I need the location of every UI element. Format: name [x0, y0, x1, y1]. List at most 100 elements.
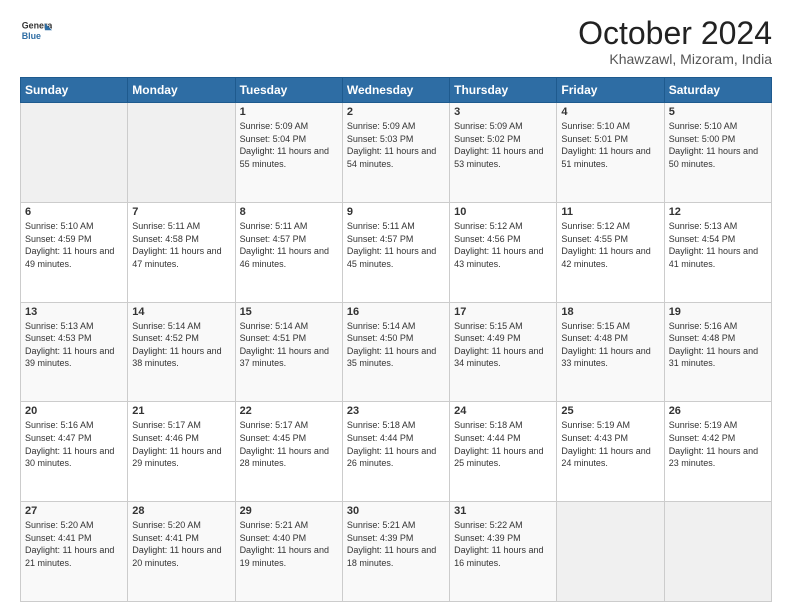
day-number: 31 — [454, 505, 552, 517]
calendar-cell: 21 Sunrise: 5:17 AM Sunset: 4:46 PM Dayli… — [128, 402, 235, 502]
day-number: 26 — [669, 405, 767, 417]
main-title: October 2024 — [578, 16, 772, 51]
day-number: 4 — [561, 106, 659, 118]
calendar-cell: 16 Sunrise: 5:14 AM Sunset: 4:50 PM Dayli… — [342, 302, 449, 402]
calendar-cell: 22Sunrise: 5:17 AM Sunset: 4:45 PM Dayli… — [235, 402, 342, 502]
day-number: 18 — [561, 306, 659, 318]
calendar-cell: 15 Sunrise: 5:14 AM Sunset: 4:51 PM Dayli… — [235, 302, 342, 402]
day-number: 10 — [454, 206, 552, 218]
day-number: 8 — [240, 206, 338, 218]
logo-icon: General Blue — [20, 16, 52, 48]
calendar-cell: 29 Sunrise: 5:21 AM Sunset: 4:40 PM Dayli… — [235, 502, 342, 602]
calendar-cell — [21, 103, 128, 203]
day-number: 30 — [347, 505, 445, 517]
cell-content: Sunrise: 5:18 AM Sunset: 4:44 PM Dayligh… — [454, 419, 552, 469]
cell-content: Sunrise: 5:09 AM Sunset: 5:02 PM Dayligh… — [454, 120, 552, 170]
calendar-cell: 1 Sunrise: 5:09 AM Sunset: 5:04 PM Daylig… — [235, 103, 342, 203]
days-of-week-row: SundayMondayTuesdayWednesdayThursdayFrid… — [21, 78, 772, 103]
cell-content: Sunrise: 5:21 AM Sunset: 4:40 PM Dayligh… — [240, 519, 338, 569]
header: General Blue October 2024 Khawzawl, Mizo… — [20, 16, 772, 67]
day-number: 6 — [25, 206, 123, 218]
cell-content: Sunrise: 5:21 AM Sunset: 4:39 PM Dayligh… — [347, 519, 445, 569]
calendar-cell: 24Sunrise: 5:18 AM Sunset: 4:44 PM Dayli… — [450, 402, 557, 502]
day-header-thursday: Thursday — [450, 78, 557, 103]
cell-content: Sunrise: 5:17 AM Sunset: 4:45 PM Dayligh… — [240, 419, 338, 469]
week-row-2: 6 Sunrise: 5:10 AM Sunset: 4:59 PM Daylig… — [21, 202, 772, 302]
day-number: 12 — [669, 206, 767, 218]
cell-content: Sunrise: 5:17 AM Sunset: 4:46 PM Dayligh… — [132, 419, 230, 469]
day-number: 9 — [347, 206, 445, 218]
day-header-sunday: Sunday — [21, 78, 128, 103]
calendar-cell: 10Sunrise: 5:12 AM Sunset: 4:56 PM Dayli… — [450, 202, 557, 302]
calendar-cell: 26Sunrise: 5:19 AM Sunset: 4:42 PM Dayli… — [664, 402, 771, 502]
calendar-cell: 31Sunrise: 5:22 AM Sunset: 4:39 PM Dayli… — [450, 502, 557, 602]
calendar-cell: 4 Sunrise: 5:10 AM Sunset: 5:01 PM Daylig… — [557, 103, 664, 203]
page: General Blue October 2024 Khawzawl, Mizo… — [0, 0, 792, 612]
calendar-cell: 18 Sunrise: 5:15 AM Sunset: 4:48 PM Dayli… — [557, 302, 664, 402]
calendar-cell: 12 Sunrise: 5:13 AM Sunset: 4:54 PM Dayli… — [664, 202, 771, 302]
day-number: 21 — [132, 405, 230, 417]
calendar-cell: 13 Sunrise: 5:13 AM Sunset: 4:53 PM Dayli… — [21, 302, 128, 402]
cell-content: Sunrise: 5:11 AM Sunset: 4:58 PM Dayligh… — [132, 220, 230, 270]
week-row-4: 20 Sunrise: 5:16 AM Sunset: 4:47 PM Dayli… — [21, 402, 772, 502]
cell-content: Sunrise: 5:20 AM Sunset: 4:41 PM Dayligh… — [25, 519, 123, 569]
day-number: 15 — [240, 306, 338, 318]
day-number: 27 — [25, 505, 123, 517]
cell-content: Sunrise: 5:18 AM Sunset: 4:44 PM Dayligh… — [347, 419, 445, 469]
day-number: 29 — [240, 505, 338, 517]
day-number: 19 — [669, 306, 767, 318]
day-number: 13 — [25, 306, 123, 318]
calendar-cell — [128, 103, 235, 203]
cell-content: Sunrise: 5:19 AM Sunset: 4:43 PM Dayligh… — [561, 419, 659, 469]
cell-content: Sunrise: 5:10 AM Sunset: 5:01 PM Dayligh… — [561, 120, 659, 170]
cell-content: Sunrise: 5:14 AM Sunset: 4:50 PM Dayligh… — [347, 320, 445, 370]
cell-content: Sunrise: 5:15 AM Sunset: 4:48 PM Dayligh… — [561, 320, 659, 370]
calendar-cell: 7 Sunrise: 5:11 AM Sunset: 4:58 PM Daylig… — [128, 202, 235, 302]
day-header-wednesday: Wednesday — [342, 78, 449, 103]
cell-content: Sunrise: 5:13 AM Sunset: 4:53 PM Dayligh… — [25, 320, 123, 370]
cell-content: Sunrise: 5:10 AM Sunset: 5:00 PM Dayligh… — [669, 120, 767, 170]
calendar-cell: 28Sunrise: 5:20 AM Sunset: 4:41 PM Dayli… — [128, 502, 235, 602]
cell-content: Sunrise: 5:20 AM Sunset: 4:41 PM Dayligh… — [132, 519, 230, 569]
calendar-cell: 9 Sunrise: 5:11 AM Sunset: 4:57 PM Daylig… — [342, 202, 449, 302]
calendar-cell: 23 Sunrise: 5:18 AM Sunset: 4:44 PM Dayli… — [342, 402, 449, 502]
day-number: 20 — [25, 405, 123, 417]
calendar-cell: 2Sunrise: 5:09 AM Sunset: 5:03 PM Daylig… — [342, 103, 449, 203]
cell-content: Sunrise: 5:11 AM Sunset: 4:57 PM Dayligh… — [240, 220, 338, 270]
day-number: 5 — [669, 106, 767, 118]
day-number: 1 — [240, 106, 338, 118]
cell-content: Sunrise: 5:12 AM Sunset: 4:55 PM Dayligh… — [561, 220, 659, 270]
cell-content: Sunrise: 5:09 AM Sunset: 5:04 PM Dayligh… — [240, 120, 338, 170]
svg-text:Blue: Blue — [22, 31, 41, 41]
cell-content: Sunrise: 5:16 AM Sunset: 4:48 PM Dayligh… — [669, 320, 767, 370]
subtitle: Khawzawl, Mizoram, India — [578, 51, 772, 67]
calendar-cell: 5 Sunrise: 5:10 AM Sunset: 5:00 PM Daylig… — [664, 103, 771, 203]
calendar-cell — [557, 502, 664, 602]
cell-content: Sunrise: 5:10 AM Sunset: 4:59 PM Dayligh… — [25, 220, 123, 270]
day-number: 17 — [454, 306, 552, 318]
day-number: 25 — [561, 405, 659, 417]
week-row-1: 1 Sunrise: 5:09 AM Sunset: 5:04 PM Daylig… — [21, 103, 772, 203]
cell-content: Sunrise: 5:14 AM Sunset: 4:52 PM Dayligh… — [132, 320, 230, 370]
calendar-cell: 6 Sunrise: 5:10 AM Sunset: 4:59 PM Daylig… — [21, 202, 128, 302]
day-number: 16 — [347, 306, 445, 318]
cell-content: Sunrise: 5:14 AM Sunset: 4:51 PM Dayligh… — [240, 320, 338, 370]
cell-content: Sunrise: 5:13 AM Sunset: 4:54 PM Dayligh… — [669, 220, 767, 270]
day-number: 14 — [132, 306, 230, 318]
calendar-cell: 25 Sunrise: 5:19 AM Sunset: 4:43 PM Dayli… — [557, 402, 664, 502]
day-number: 11 — [561, 206, 659, 218]
day-number: 7 — [132, 206, 230, 218]
day-number: 23 — [347, 405, 445, 417]
week-row-3: 13 Sunrise: 5:13 AM Sunset: 4:53 PM Dayli… — [21, 302, 772, 402]
cell-content: Sunrise: 5:16 AM Sunset: 4:47 PM Dayligh… — [25, 419, 123, 469]
calendar-cell: 30 Sunrise: 5:21 AM Sunset: 4:39 PM Dayli… — [342, 502, 449, 602]
calendar-cell: 8 Sunrise: 5:11 AM Sunset: 4:57 PM Daylig… — [235, 202, 342, 302]
day-header-monday: Monday — [128, 78, 235, 103]
logo: General Blue — [20, 16, 52, 48]
calendar-table: SundayMondayTuesdayWednesdayThursdayFrid… — [20, 77, 772, 602]
cell-content: Sunrise: 5:15 AM Sunset: 4:49 PM Dayligh… — [454, 320, 552, 370]
cell-content: Sunrise: 5:11 AM Sunset: 4:57 PM Dayligh… — [347, 220, 445, 270]
calendar-cell: 27 Sunrise: 5:20 AM Sunset: 4:41 PM Dayli… — [21, 502, 128, 602]
calendar-cell: 20 Sunrise: 5:16 AM Sunset: 4:47 PM Dayli… — [21, 402, 128, 502]
day-number: 2 — [347, 106, 445, 118]
